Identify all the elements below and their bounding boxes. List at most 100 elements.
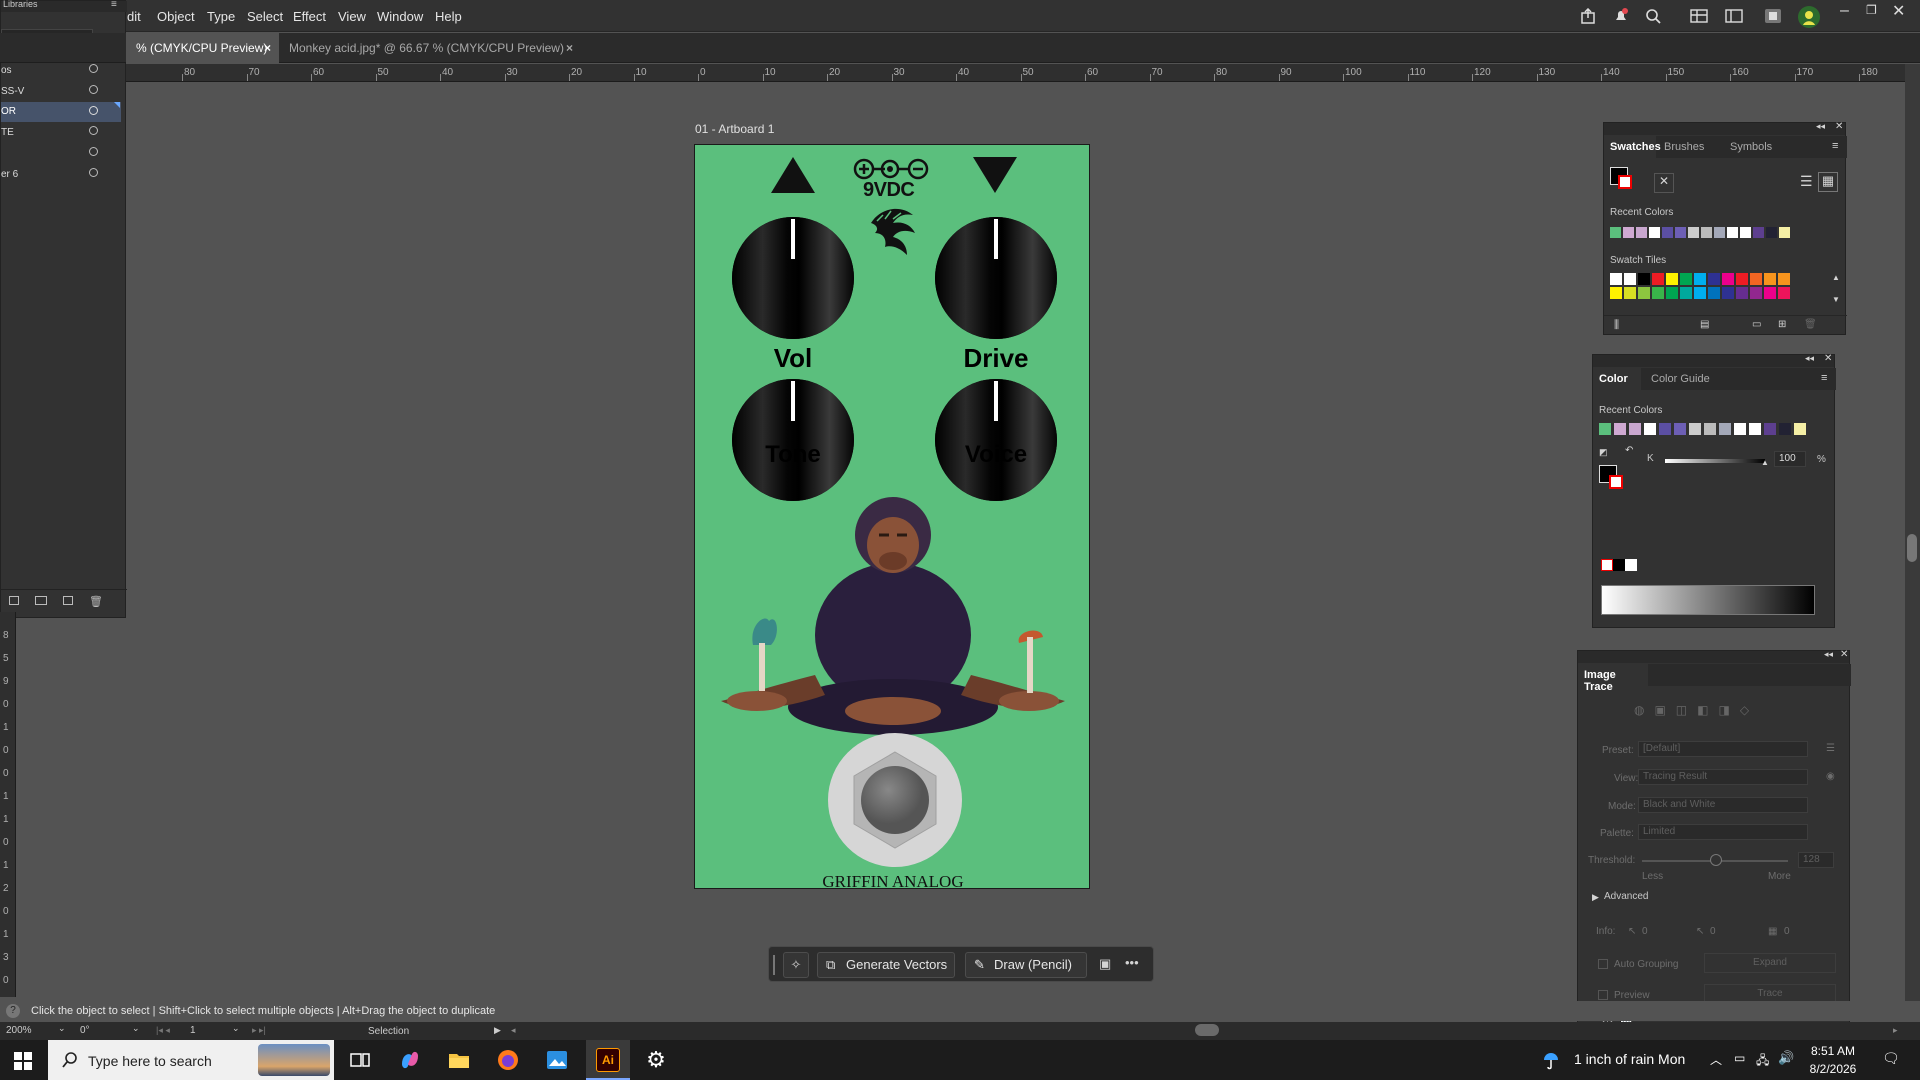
threshold-slider-thumb[interactable] [1710,854,1722,866]
collapse-icon[interactable]: ◂◂ [1816,121,1825,132]
expand-button[interactable]: Expand [1704,953,1836,973]
scroll-left-icon[interactable]: ◂ [511,1025,516,1036]
color-swatch[interactable] [1734,423,1746,435]
target-icon[interactable] [89,64,98,73]
zoom-value[interactable]: 200% [6,1025,32,1036]
workspace-icon[interactable] [1690,8,1708,24]
black-swatch[interactable] [1613,559,1625,571]
color-swatch[interactable] [1708,287,1720,299]
scroll-up-icon[interactable]: ▲ [1832,273,1840,282]
color-swatch[interactable] [1610,227,1621,238]
task-view-icon[interactable] [348,1048,372,1072]
color-swatch[interactable] [1689,423,1701,435]
panel-close-icon[interactable]: ✕ [1835,121,1843,132]
trash-icon[interactable]: 🗑 [89,595,103,608]
color-swatch[interactable] [1719,423,1731,435]
weather-text[interactable]: 1 inch of rain Mon [1574,1051,1685,1067]
advanced-label[interactable]: Advanced [1604,891,1648,902]
target-icon[interactable] [89,106,98,115]
color-swatch[interactable] [1714,227,1725,238]
tab-image-trace[interactable]: Image Trace [1578,664,1648,693]
tab-close-icon[interactable]: × [264,33,271,63]
current-tool-label[interactable]: Selection [368,1026,409,1037]
menu-help[interactable]: Help [435,9,462,24]
trace-preset-icons[interactable]: ◍▣◫◧◨◇ [1634,703,1784,717]
color-swatch[interactable] [1722,287,1734,299]
color-swatch[interactable] [1708,273,1720,285]
avatar[interactable] [1798,6,1820,28]
horizontal-scroll-thumb[interactable] [1195,1024,1219,1036]
illustrator-taskbar-button[interactable]: Ai [586,1040,630,1080]
restore-icon[interactable]: ❐ [1866,3,1877,17]
color-swatch[interactable] [1704,423,1716,435]
color-swatch[interactable] [1750,287,1762,299]
swap-colors-icon[interactable]: ↶ [1625,445,1633,456]
color-spectrum[interactable] [1601,585,1815,615]
volume-icon[interactable]: 🔊 [1778,1050,1794,1066]
image-options-icon[interactable]: ▣ [1099,956,1111,972]
make-mask-icon[interactable] [35,596,47,605]
tab-swatches[interactable]: Swatches [1604,136,1661,158]
collapse-icon[interactable]: ◂◂ [1805,353,1814,364]
scroll-down-icon[interactable]: ▼ [1832,295,1840,304]
new-swatch-icon[interactable]: ⊞ [1778,319,1786,330]
layer-row-selected[interactable]: OR [1,102,121,122]
color-swatch[interactable] [1764,273,1776,285]
white-swatch[interactable] [1625,559,1637,571]
menu-edit[interactable]: dit [127,9,141,24]
color-swatch[interactable] [1736,273,1748,285]
menu-object[interactable]: Object [157,9,195,24]
target-icon[interactable] [89,126,98,135]
minimize-icon[interactable]: – [1840,2,1849,20]
panel-menu-icon[interactable]: ≡ [1821,372,1827,384]
mode-select[interactable]: Black and White [1638,797,1808,813]
list-view-icon[interactable]: ☰ [1800,173,1813,190]
layer-row[interactable] [1,144,121,164]
color-swatch[interactable] [1794,423,1806,435]
color-swatch[interactable] [1666,273,1678,285]
drag-handle[interactable] [773,955,775,975]
artboard-dropdown-icon[interactable]: ⌄ [232,1023,240,1034]
notifications-icon[interactable]: 🗨 [1882,1050,1900,1067]
color-swatch[interactable] [1736,287,1748,299]
color-swatch[interactable] [1659,423,1671,435]
menu-view[interactable]: View [338,9,366,24]
layout-icon[interactable] [1725,8,1743,24]
rotation-value[interactable]: 0° [80,1025,90,1036]
vertical-scrollbar[interactable] [1905,64,1920,1021]
k-slider-thumb[interactable]: ▲ [1761,458,1769,467]
show-kinds-icon[interactable]: ▤ [1700,319,1709,330]
preset-select[interactable]: [Default] [1638,741,1808,757]
rotation-dropdown-icon[interactable]: ⌄ [132,1023,140,1034]
target-icon[interactable] [89,147,98,156]
more-options-icon[interactable]: ••• [1125,955,1139,970]
horizontal-ruler[interactable]: 80 70 60 50 40 30 20 10 0 10 20 30 40 50 60 70 80 90 100 11… [126,64,1920,82]
panel-menu-icon[interactable]: ≡ [1832,140,1838,152]
color-swatch[interactable] [1649,227,1660,238]
clock-date[interactable]: 8/2/2026 [1802,1062,1864,1076]
color-swatch[interactable] [1688,227,1699,238]
color-swatch[interactable] [1778,273,1790,285]
color-swatch[interactable] [1722,273,1734,285]
color-swatch[interactable] [1694,273,1706,285]
color-swatch[interactable] [1680,287,1692,299]
preset-menu-icon[interactable]: ☰ [1826,743,1835,754]
last-artboard-icon[interactable]: ▸ ▸| [252,1025,266,1036]
new-group-icon[interactable]: ▭ [1752,319,1761,330]
color-swatch[interactable] [1638,273,1650,285]
delete-swatch-icon[interactable]: 🗑 [1804,319,1817,330]
color-swatch[interactable] [1636,227,1647,238]
color-swatch[interactable] [1623,227,1634,238]
advanced-expand-icon[interactable]: ▶ [1592,892,1599,903]
eye-icon[interactable]: ◉ [1826,771,1835,782]
export-icon[interactable] [9,596,19,605]
color-swatch[interactable] [1764,423,1776,435]
share-icon[interactable] [1580,8,1596,24]
color-swatch[interactable] [1652,273,1664,285]
layer-row[interactable]: TE [1,123,121,143]
clock-time[interactable]: 8:51 AM [1802,1044,1864,1058]
view-select[interactable]: Tracing Result [1638,769,1808,785]
file-explorer-icon[interactable] [447,1048,471,1072]
color-swatch[interactable] [1652,287,1664,299]
color-swatch[interactable] [1779,423,1791,435]
